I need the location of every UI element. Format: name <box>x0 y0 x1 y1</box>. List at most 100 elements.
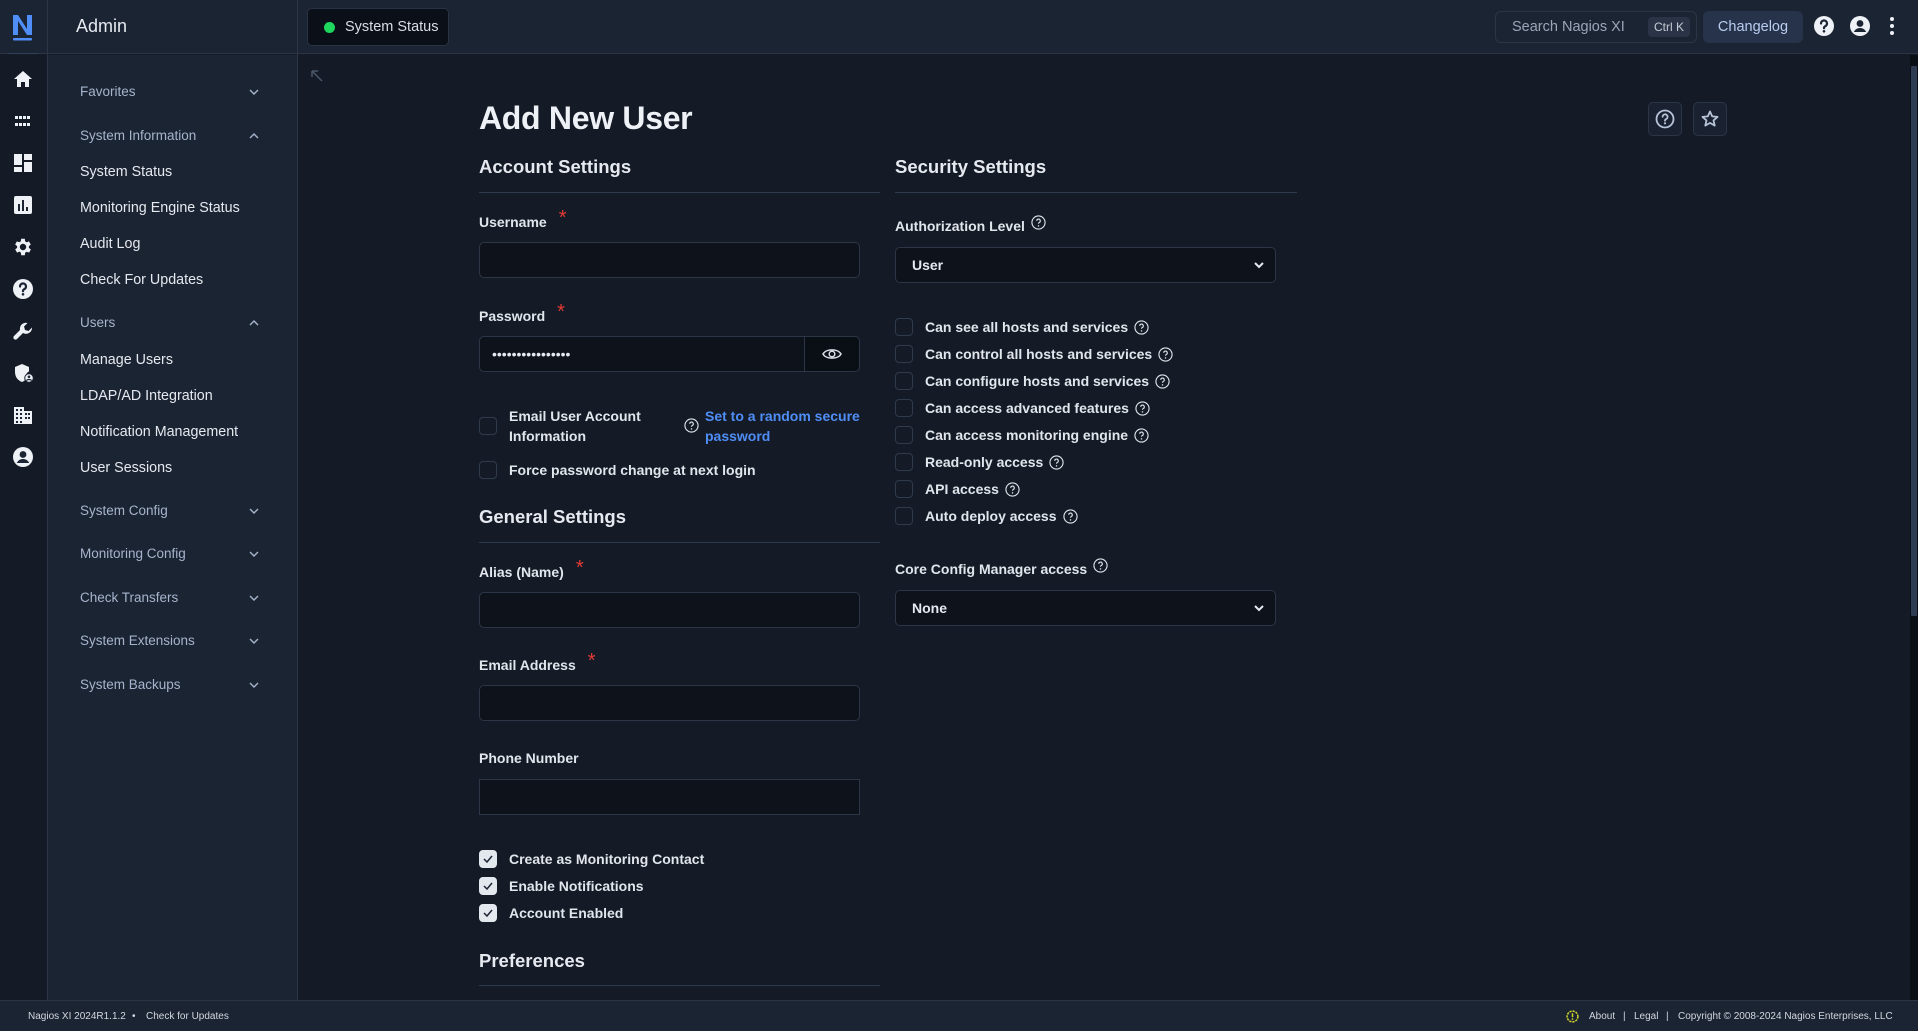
monitoring-contact-option: Create as Monitoring Contact <box>479 850 704 868</box>
sidebar-item-notification-management[interactable]: Notification Management <box>80 424 238 440</box>
sidebar-group-label: Users <box>80 315 116 330</box>
required-asterisk-icon: * <box>557 301 565 323</box>
ccm-access-label-text: Core Config Manager access <box>895 561 1088 577</box>
permission-option: API access <box>895 480 1020 498</box>
help-icon[interactable] <box>684 418 699 433</box>
permission-option: Can access advanced features <box>895 399 1150 417</box>
scrollbar-thumb[interactable] <box>1911 66 1917 616</box>
user-account-icon[interactable] <box>1849 15 1871 37</box>
force-password-change-checkbox[interactable] <box>479 461 497 479</box>
changelog-button[interactable]: Changelog <box>1703 11 1803 43</box>
required-asterisk-icon: * <box>558 207 567 229</box>
permission-checkbox[interactable] <box>895 372 913 390</box>
permission-option: Read-only access <box>895 453 1064 471</box>
building-icon[interactable] <box>12 404 34 426</box>
password-input[interactable] <box>479 336 805 372</box>
help-icon[interactable] <box>1813 15 1835 37</box>
more-vertical-icon[interactable] <box>1886 15 1898 37</box>
toggle-password-visibility-button[interactable] <box>804 336 860 372</box>
copyright-text: Copyright © 2008-2024 Nagios Enterprises… <box>1678 1011 1893 1022</box>
help-circle-icon[interactable] <box>12 278 34 300</box>
sidebar-group-monitoring-config[interactable]: Monitoring Config <box>80 546 260 561</box>
permission-checkbox[interactable] <box>895 318 913 336</box>
permission-checkbox[interactable] <box>895 426 913 444</box>
account-enabled-label: Account Enabled <box>509 905 624 921</box>
help-icon[interactable] <box>1135 400 1150 416</box>
sidebar-group-system-extensions[interactable]: System Extensions <box>80 633 260 648</box>
sidebar-group-system-backups[interactable]: System Backups <box>80 677 260 692</box>
help-icon[interactable] <box>1134 319 1149 335</box>
alert-icon[interactable] <box>1566 1010 1579 1023</box>
wrench-icon[interactable] <box>12 320 34 342</box>
add-favorite-button[interactable] <box>1693 102 1727 136</box>
ccm-access-label: Core Config Manager access <box>895 557 1108 577</box>
enable-notifications-label: Enable Notifications <box>509 878 644 894</box>
help-icon[interactable] <box>1155 373 1170 389</box>
account-enabled-checkbox[interactable] <box>479 904 497 922</box>
random-password-link[interactable]: Set to a random secure password <box>705 406 870 446</box>
sidebar-item-user-sessions[interactable]: User Sessions <box>80 460 172 476</box>
permission-option: Can control all hosts and services <box>895 345 1173 363</box>
alias-input[interactable] <box>479 592 860 628</box>
sidebar-group-favorites[interactable]: Favorites <box>80 84 260 99</box>
search-input[interactable]: Search Nagios XI Ctrl K <box>1495 11 1697 43</box>
chevron-down-icon <box>249 551 259 557</box>
permission-checkbox[interactable] <box>895 345 913 363</box>
shield-user-icon[interactable] <box>12 362 34 384</box>
help-icon[interactable] <box>1062 508 1078 524</box>
sidebar-item-system-status[interactable]: System Status <box>80 164 172 180</box>
about-link[interactable]: About <box>1589 1011 1615 1022</box>
sidebar-item-audit-log[interactable]: Audit Log <box>80 236 140 252</box>
sidebar-item-monitoring-engine-status[interactable]: Monitoring Engine Status <box>80 200 240 216</box>
sidebar-group-label: System Extensions <box>80 633 195 648</box>
phone-number-input[interactable] <box>479 779 860 815</box>
nagios-logo-icon[interactable] <box>10 13 36 41</box>
help-icon[interactable] <box>1031 214 1046 230</box>
ccm-access-select[interactable]: None <box>895 590 1276 626</box>
sidebar-item-ldap-ad-integration[interactable]: LDAP/AD Integration <box>80 388 213 404</box>
sidebar-item-manage-users[interactable]: Manage Users <box>80 352 173 368</box>
help-icon[interactable] <box>1049 454 1064 470</box>
sidebar-item-check-for-updates[interactable]: Check For Updates <box>80 272 203 288</box>
chevron-up-icon <box>249 319 259 325</box>
account-circle-icon[interactable] <box>12 446 34 468</box>
sidebar-group-check-transfers[interactable]: Check Transfers <box>80 590 260 605</box>
help-icon[interactable] <box>1005 481 1020 497</box>
section-divider <box>479 985 880 986</box>
permission-checkbox[interactable] <box>895 507 913 525</box>
sidebar-group-system-information[interactable]: System Information <box>80 128 260 143</box>
checkmark-icon <box>483 909 493 917</box>
sidebar-group-users[interactable]: Users <box>80 315 260 330</box>
preferences-heading: Preferences <box>479 950 585 971</box>
email-address-input[interactable] <box>479 685 860 721</box>
sidebar-group-label: Check Transfers <box>80 590 179 605</box>
permission-label: Read-only access <box>925 454 1044 470</box>
help-icon[interactable] <box>1134 427 1149 443</box>
dashboard-icon[interactable] <box>12 152 34 174</box>
sidebar-group-system-config[interactable]: System Config <box>80 503 260 518</box>
apps-grid-icon[interactable] <box>12 110 34 132</box>
section-divider <box>479 192 880 193</box>
gear-icon[interactable] <box>12 236 34 258</box>
footer: Nagios XI 2024R1.1.2 • Check for Updates… <box>0 1000 1918 1031</box>
email-user-info-checkbox[interactable] <box>479 417 497 435</box>
collapse-sidebar-icon[interactable] <box>309 68 325 84</box>
monitoring-contact-checkbox[interactable] <box>479 850 497 868</box>
authorization-level-select[interactable]: User <box>895 247 1276 283</box>
permission-checkbox[interactable] <box>895 480 913 498</box>
username-input[interactable] <box>479 242 860 278</box>
help-icon[interactable] <box>1093 557 1108 573</box>
page-help-button[interactable] <box>1648 102 1682 136</box>
footer-check-updates-link[interactable]: Check for Updates <box>146 1011 229 1022</box>
permission-checkbox[interactable] <box>895 453 913 471</box>
system-status-label: System Status <box>345 19 439 35</box>
permission-checkbox[interactable] <box>895 399 913 417</box>
section-divider <box>895 192 1297 193</box>
home-icon[interactable] <box>12 68 34 90</box>
enable-notifications-checkbox[interactable] <box>479 877 497 895</box>
legal-link[interactable]: Legal <box>1634 1011 1658 1022</box>
permission-option: Can configure hosts and services <box>895 372 1170 390</box>
reports-chart-icon[interactable] <box>12 194 34 216</box>
help-icon[interactable] <box>1158 346 1173 362</box>
system-status-button[interactable]: System Status <box>307 8 449 46</box>
